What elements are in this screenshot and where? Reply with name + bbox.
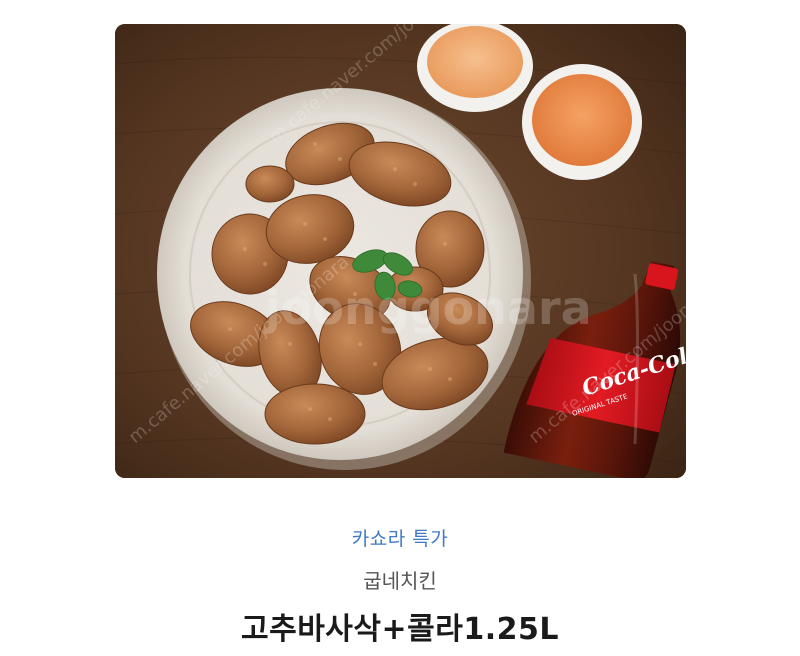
product-card[interactable]: Coca-Cola ORIGINAL TASTE joonggonara m.c…	[0, 0, 800, 656]
product-photo[interactable]: Coca-Cola ORIGINAL TASTE joonggonara m.c…	[115, 24, 686, 478]
event-label: 카쇼라 특가	[351, 528, 449, 550]
brand-name: 굽네치킨	[363, 569, 437, 593]
product-name[interactable]: 고추바사삭+콜라1.25L	[0, 604, 800, 648]
